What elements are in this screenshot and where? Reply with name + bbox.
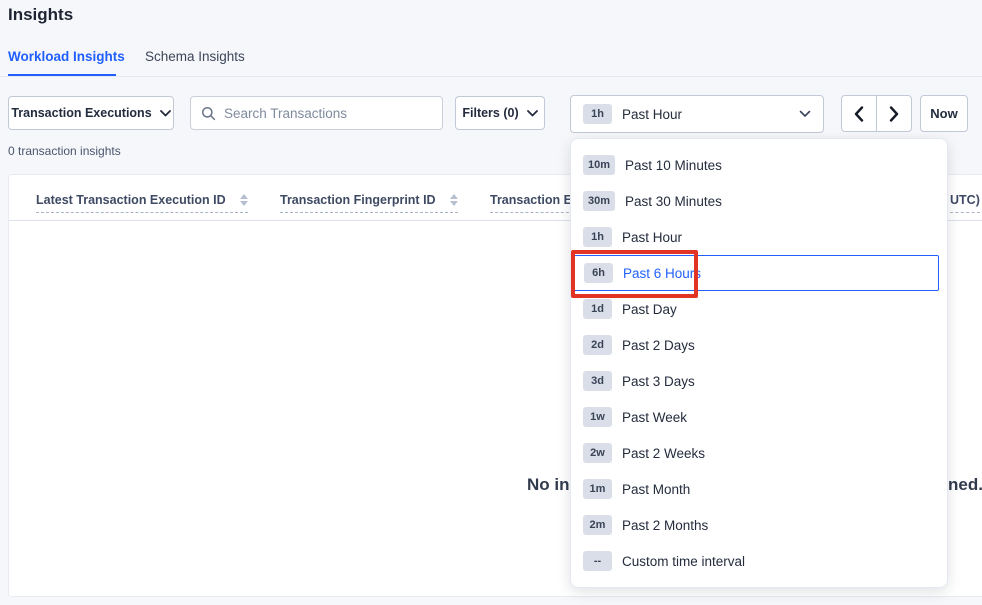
search-box[interactable] (190, 96, 443, 130)
time-option-badge: 2w (583, 443, 612, 463)
time-option-label: Past Week (622, 410, 687, 425)
view-type-dropdown[interactable]: Transaction Executions (8, 96, 174, 130)
column-header-label: Transaction Fingerprint ID (280, 193, 436, 207)
time-option-badge: 2d (583, 335, 612, 355)
chevron-left-icon (854, 106, 864, 122)
time-option-2d[interactable]: 2d Past 2 Days (571, 327, 947, 363)
time-option-label: Past Month (622, 482, 690, 497)
time-option-label: Past 30 Minutes (625, 194, 722, 209)
tab-schema-insights[interactable]: Schema Insights (145, 49, 245, 64)
time-option-badge: 2m (583, 515, 612, 535)
column-header-3: UTC) (950, 193, 980, 213)
chevron-down-icon (160, 110, 171, 117)
time-option-label: Custom time interval (622, 554, 745, 569)
time-option-label: Past 2 Days (622, 338, 695, 353)
filters-label: Filters (0) (462, 106, 518, 120)
time-interval-dropdown: 10m Past 10 Minutes 30m Past 30 Minutes 1h Pa… (570, 138, 948, 588)
time-option-1w[interactable]: 1w Past Week (571, 399, 947, 435)
time-option-label: Past 3 Days (622, 374, 695, 389)
column-header-1[interactable]: Transaction Fingerprint ID (280, 193, 458, 213)
empty-state-text-right: ned. (948, 475, 982, 495)
time-option-badge: -- (583, 551, 612, 571)
empty-state-text-left: No in (527, 475, 570, 495)
time-option-badge: 30m (583, 191, 615, 211)
annotation-highlight-box (571, 250, 698, 298)
insights-count: 0 transaction insights (8, 144, 121, 158)
next-interval-button[interactable] (876, 95, 912, 132)
time-option-badge: 1m (583, 479, 612, 499)
filters-button[interactable]: Filters (0) (455, 96, 545, 130)
time-option-badge: 1h (583, 227, 612, 247)
previous-interval-button[interactable] (841, 95, 877, 132)
sort-icon[interactable] (240, 194, 248, 206)
column-header-label: Transaction Ex (490, 193, 579, 207)
time-option-label: Past Day (622, 302, 677, 317)
chevron-down-icon (527, 110, 538, 117)
chevron-right-icon (889, 106, 899, 122)
time-option-label: Past 2 Months (622, 518, 708, 533)
column-header-label: UTC) (950, 193, 980, 207)
time-option-30m[interactable]: 30m Past 30 Minutes (571, 183, 947, 219)
tabs-divider (0, 76, 982, 77)
time-option-label: Past 2 Weeks (622, 446, 705, 461)
page-title: Insights (8, 5, 73, 25)
time-option-2w[interactable]: 2w Past 2 Weeks (571, 435, 947, 471)
time-option-custom[interactable]: -- Custom time interval (571, 543, 947, 579)
tab-workload-insights[interactable]: Workload Insights (8, 49, 125, 64)
time-option-label: Past Hour (622, 230, 682, 245)
time-interval-label: Past Hour (622, 107, 789, 122)
time-option-3d[interactable]: 3d Past 3 Days (571, 363, 947, 399)
time-option-badge: 3d (583, 371, 612, 391)
time-option-2m[interactable]: 2m Past 2 Months (571, 507, 947, 543)
now-button[interactable]: Now (920, 95, 968, 132)
search-icon (201, 106, 216, 121)
search-input[interactable] (224, 106, 432, 121)
time-option-label: Past 10 Minutes (625, 158, 722, 173)
time-interval-badge: 1h (583, 104, 612, 124)
time-option-badge: 1d (583, 299, 612, 319)
view-type-label: Transaction Executions (11, 106, 151, 120)
time-interval-select[interactable]: 1h Past Hour (570, 95, 824, 133)
now-label: Now (930, 106, 957, 121)
time-option-10m[interactable]: 10m Past 10 Minutes (571, 147, 947, 183)
time-option-1m[interactable]: 1m Past Month (571, 471, 947, 507)
time-option-badge: 1w (583, 407, 612, 427)
time-option-badge: 10m (583, 155, 615, 175)
column-header-0[interactable]: Latest Transaction Execution ID (36, 193, 248, 213)
column-header-2: Transaction Ex (490, 193, 579, 213)
column-header-label: Latest Transaction Execution ID (36, 193, 226, 207)
chevron-down-icon (799, 110, 811, 118)
sort-icon[interactable] (450, 194, 458, 206)
